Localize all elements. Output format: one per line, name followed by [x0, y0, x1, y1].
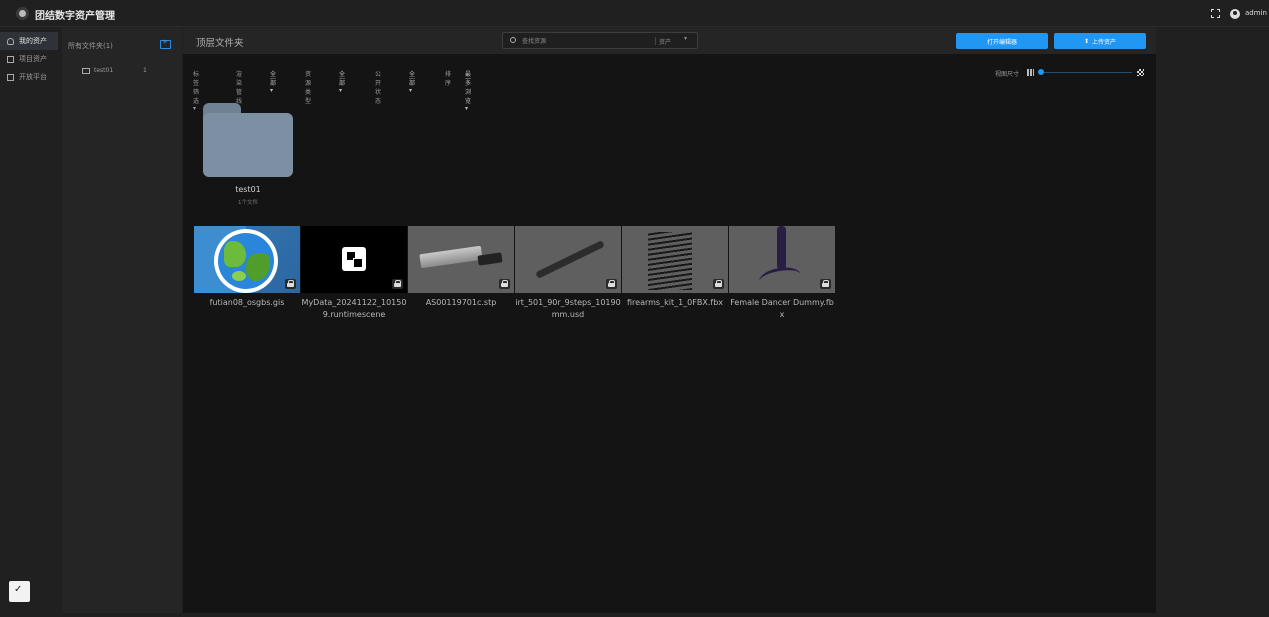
app-window: 团结数字资产管理 admin 我的资产 项目资产 开放平台 所有文件夹(1) t… [0, 0, 1269, 617]
nav-item-label: 我的资产 [19, 37, 47, 45]
document-icon [7, 55, 14, 63]
divider [655, 37, 656, 45]
asset-thumbnail [729, 226, 835, 293]
filter-label: 排序 [445, 71, 452, 87]
folder-icon [7, 73, 14, 81]
folder-card[interactable]: test01 1个文件 [202, 100, 294, 210]
lock-icon [285, 279, 296, 289]
asset-thumbnail [301, 226, 407, 293]
nav-item-label: 开放平台 [19, 73, 47, 81]
add-folder-icon[interactable] [160, 38, 171, 49]
asset-thumbnail [622, 226, 728, 293]
lock-icon [820, 279, 831, 289]
asset-card[interactable]: MyData_20241122_101509.runtimescene [301, 226, 407, 326]
folder-icon [82, 68, 90, 74]
asset-card[interactable]: irt_501_90r_9steps_10190mm.usd [515, 226, 621, 326]
folder-icon [203, 103, 293, 177]
view-size-slider[interactable] [1038, 72, 1132, 73]
filter-value: 最多浏览 [465, 71, 472, 105]
search-icon [510, 37, 516, 43]
filter-label: 资源类型 [305, 71, 312, 105]
filter-render-pipeline-select[interactable]: 全部 ▾ [270, 69, 277, 94]
main-content: 顶层文件夹 资产 ▾ 打开编辑器 ⬆ 上传资产 标签筛选 ▾ 渲染管线 全部 ▾… [183, 28, 1156, 613]
upload-asset-label: 上传资产 [1092, 38, 1117, 46]
user-icon [7, 37, 14, 45]
search-box[interactable]: 资产 ▾ [502, 32, 698, 49]
logo-icon [16, 7, 29, 20]
lock-icon [606, 279, 617, 289]
lock-icon [499, 279, 510, 289]
view-size-label: 视图尺寸 [995, 71, 1020, 78]
lock-icon [392, 279, 403, 289]
filter-tag[interactable]: 标签筛选 ▾ [193, 69, 199, 112]
filter-value: 全部 [409, 71, 416, 87]
shield-icon[interactable] [9, 581, 30, 602]
scene-icon [342, 247, 366, 271]
asset-card[interactable]: futian08_osgbs.gis [194, 226, 300, 326]
filter-label: 标签筛选 [193, 71, 200, 105]
folder-panel-title: 所有文件夹(1) [68, 42, 113, 50]
fullscreen-icon[interactable] [1211, 9, 1220, 18]
asset-card[interactable]: Female Dancer Dummy.fbx [729, 226, 835, 326]
asset-name: firearms_kit_1_0FBX.fbx [627, 298, 723, 307]
chevron-down-icon[interactable]: ▾ [684, 35, 687, 42]
folder-tree-item-name: test01 [94, 67, 114, 74]
asset-name: irt_501_90r_9steps_10190mm.usd [515, 298, 621, 319]
asset-name: futian08_osgbs.gis [209, 298, 285, 307]
open-editor-button[interactable]: 打开编辑器 [956, 33, 1048, 49]
globe-icon [214, 229, 278, 293]
page-title: 顶层文件夹 [196, 38, 244, 49]
filter-value: 全部 [339, 71, 346, 87]
app-title: 团结数字资产管理 [35, 11, 115, 22]
asset-card[interactable]: AS00119701c.stp [408, 226, 514, 326]
filter-label: 公开状态 [375, 71, 382, 105]
nav-item-open-platform[interactable]: 开放平台 [0, 68, 58, 86]
nav-item-my-assets[interactable]: 我的资产 [0, 32, 58, 50]
folder-name: test01 [235, 185, 261, 194]
upload-icon: ⬆ [1083, 37, 1089, 45]
folder-tree-item-count: 1 [143, 67, 147, 74]
grid-small-icon[interactable] [1027, 69, 1034, 76]
asset-thumbnail [408, 226, 514, 293]
folder-file-count: 1个文件 [238, 200, 258, 206]
upload-asset-button[interactable]: ⬆ 上传资产 [1054, 33, 1146, 49]
grid-large-icon[interactable] [1137, 69, 1144, 76]
asset-card[interactable]: firearms_kit_1_0FBX.fbx [622, 226, 728, 326]
asset-name: AS00119701c.stp [425, 298, 497, 307]
asset-name: MyData_20241122_101509.runtimescene [301, 298, 407, 319]
filter-value: 全部 [270, 71, 277, 87]
open-editor-label: 打开编辑器 [986, 38, 1017, 46]
left-nav: 我的资产 项目资产 开放平台 [0, 28, 61, 613]
nav-item-project-assets[interactable]: 项目资产 [0, 50, 58, 68]
search-scope-select[interactable]: 资产 [659, 37, 671, 46]
search-input[interactable] [522, 35, 647, 47]
asset-name: Female Dancer Dummy.fbx [730, 298, 834, 319]
username[interactable]: admin [1245, 9, 1267, 17]
asset-thumbnail [515, 226, 621, 293]
lock-icon [713, 279, 724, 289]
folder-panel: 所有文件夹(1) test01 1 [62, 28, 182, 613]
filter-public-status-select[interactable]: 全部 ▾ [409, 69, 416, 94]
filter-resource-type-select[interactable]: 全部 ▾ [339, 69, 346, 94]
folder-tree-item[interactable]: test01 1 [82, 66, 172, 76]
filter-sort-select[interactable]: 最多浏览 ▾ [465, 69, 472, 112]
nav-item-label: 项目资产 [19, 55, 47, 63]
user-avatar-icon[interactable] [1230, 9, 1240, 19]
top-bar: 团结数字资产管理 admin [0, 0, 1269, 27]
slider-handle[interactable] [1038, 69, 1044, 75]
asset-thumbnail [194, 226, 300, 293]
main-header: 顶层文件夹 资产 ▾ 打开编辑器 ⬆ 上传资产 [183, 28, 1156, 54]
